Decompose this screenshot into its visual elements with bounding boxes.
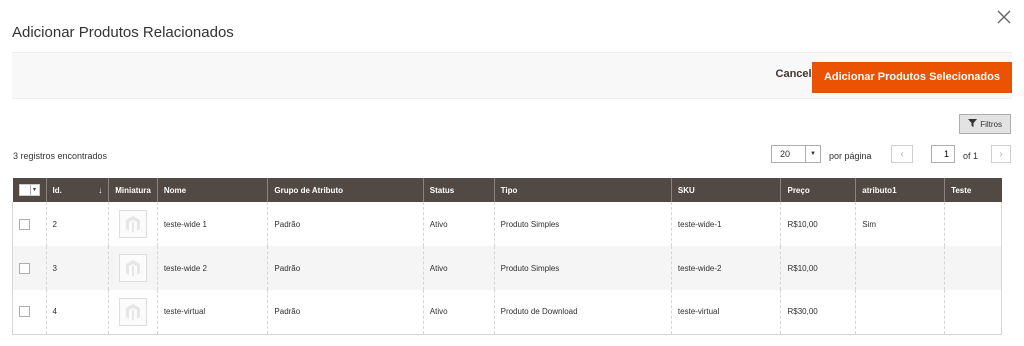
cell-id: 4 xyxy=(46,290,110,335)
cell-sku: teste-virtual xyxy=(671,290,782,335)
column-header-id[interactable]: Id. ↓ xyxy=(46,178,110,202)
table-row[interactable]: 2 teste-wide 1 Padrão Ativo Produto Simp… xyxy=(12,202,1002,246)
page-number-input[interactable] xyxy=(931,145,955,163)
chevron-down-icon: ▼ xyxy=(29,185,39,195)
column-header-type[interactable]: Tipo xyxy=(494,178,672,202)
table-row[interactable]: 3 teste-wide 2 Padrão Ativo Produto Simp… xyxy=(12,246,1002,290)
cell-name: teste-wide 2 xyxy=(157,246,269,290)
per-page-label: por página xyxy=(829,151,872,161)
cell-sku: teste-wide-2 xyxy=(671,246,782,290)
sort-arrow-icon: ↓ xyxy=(98,185,103,195)
cell-test xyxy=(944,246,1002,290)
cell-test xyxy=(944,202,1002,246)
product-thumbnail-icon xyxy=(119,254,148,282)
cell-type: Produto Simples xyxy=(494,246,672,290)
column-header-test[interactable]: Teste xyxy=(944,178,1002,202)
column-header-thumbnail: Miniatura xyxy=(108,178,158,202)
products-grid: ▼ Id. ↓ Miniatura Nome Grupo de Atributo … xyxy=(12,178,1002,335)
cell-test xyxy=(944,290,1002,335)
cell-type: Produto de Download xyxy=(494,290,672,335)
row-checkbox[interactable] xyxy=(19,306,30,318)
cell-attribute-set: Padrão xyxy=(267,202,424,246)
cell-attr1 xyxy=(855,246,946,290)
cell-attr1: Sim xyxy=(855,202,946,246)
mass-select-header[interactable]: ▼ xyxy=(12,178,47,202)
row-checkbox[interactable] xyxy=(19,218,30,230)
prev-page-button[interactable]: ‹ xyxy=(891,145,913,163)
cell-name: teste-wide 1 xyxy=(157,202,269,246)
column-header-attr1[interactable]: atributo1 xyxy=(855,178,946,202)
action-bar: Cancelar Adicionar Produtos Selecionados xyxy=(12,52,1012,99)
table-row[interactable]: 4 teste-virtual Padrão Ativo Produto de … xyxy=(12,290,1002,335)
cell-status: Ativo xyxy=(423,246,495,290)
mass-select-dropdown[interactable]: ▼ xyxy=(18,184,40,196)
product-thumbnail-icon xyxy=(119,297,148,326)
cell-id: 2 xyxy=(46,202,110,246)
cell-price: R$10,00 xyxy=(780,202,857,246)
chevron-right-icon: › xyxy=(999,148,1003,160)
cell-name: teste-virtual xyxy=(157,290,269,335)
chevron-down-icon: ▼ xyxy=(805,146,820,162)
cell-id: 3 xyxy=(46,246,110,290)
cell-attribute-set: Padrão xyxy=(267,246,424,290)
per-page-select[interactable]: 20 ▼ xyxy=(771,145,821,163)
cell-price: R$30,00 xyxy=(780,290,857,335)
row-checkbox[interactable] xyxy=(19,262,30,274)
chevron-left-icon: ‹ xyxy=(900,148,904,160)
filter-icon xyxy=(968,119,978,129)
cell-type: Produto Simples xyxy=(494,202,672,246)
close-icon[interactable] xyxy=(997,10,1011,24)
cell-sku: teste-wide-1 xyxy=(671,202,782,246)
column-header-attribute-set[interactable]: Grupo de Atributo xyxy=(267,178,424,202)
table-header-row: ▼ Id. ↓ Miniatura Nome Grupo de Atributo … xyxy=(12,178,1002,202)
filters-button[interactable]: Filtros xyxy=(959,114,1011,134)
modal-title: Adicionar Produtos Relacionados xyxy=(12,24,234,41)
records-found: 3 registros encontrados xyxy=(13,151,108,161)
cell-attribute-set: Padrão xyxy=(267,290,424,335)
cell-price: R$10,00 xyxy=(780,246,857,290)
column-header-price[interactable]: Preço xyxy=(780,178,857,202)
column-header-status[interactable]: Status xyxy=(423,178,495,202)
per-page-value: 20 xyxy=(780,149,791,159)
page-total: of 1 xyxy=(963,151,979,161)
column-header-sku[interactable]: SKU xyxy=(671,178,782,202)
cell-attr1 xyxy=(855,290,946,335)
next-page-button[interactable]: › xyxy=(991,145,1011,163)
cell-status: Ativo xyxy=(423,290,495,335)
cell-status: Ativo xyxy=(423,202,495,246)
filters-label: Filtros xyxy=(980,119,1002,129)
column-header-name[interactable]: Nome xyxy=(157,178,269,202)
add-selected-products-button[interactable]: Adicionar Produtos Selecionados xyxy=(811,62,1012,93)
product-thumbnail-icon xyxy=(119,210,148,238)
